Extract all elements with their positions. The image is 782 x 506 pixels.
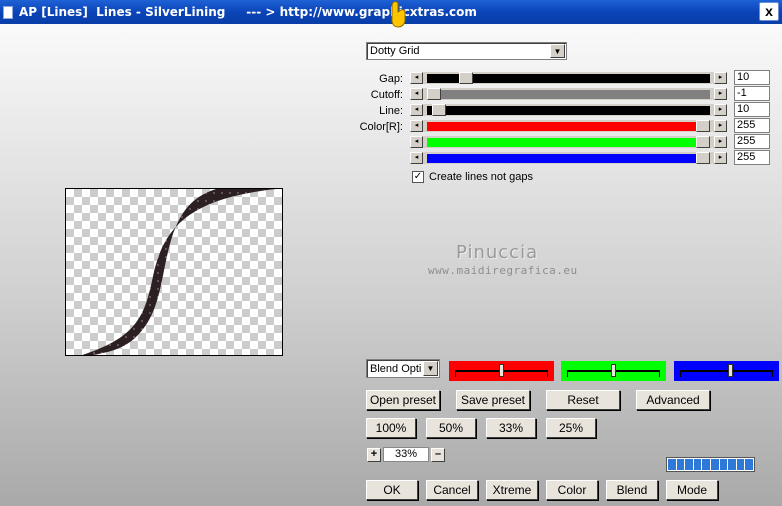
- tick: [455, 372, 456, 377]
- blue-slider[interactable]: ◂ ▸: [410, 152, 727, 164]
- progress-segment: [676, 459, 685, 470]
- cancel-button[interactable]: Cancel: [426, 480, 478, 500]
- green-color-box[interactable]: [561, 361, 666, 381]
- gap-value[interactable]: 10: [734, 70, 770, 85]
- green-track[interactable]: [427, 138, 710, 147]
- mode-button[interactable]: Mode: [666, 480, 718, 500]
- line-thumb[interactable]: [432, 104, 446, 116]
- tick: [567, 372, 568, 377]
- gap-label: Gap:: [379, 73, 403, 85]
- blend-options-select[interactable]: Blend Opti ▼: [366, 359, 440, 378]
- blue-box-track: [680, 370, 773, 372]
- arrow-right-icon[interactable]: ▸: [714, 136, 727, 148]
- arrow-left-icon[interactable]: ◂: [410, 88, 423, 100]
- progress-segment: [668, 459, 676, 470]
- zoom-out-button[interactable]: –: [431, 448, 445, 462]
- close-button[interactable]: x: [759, 2, 779, 21]
- arrow-left-icon[interactable]: ◂: [410, 152, 423, 164]
- zoom-100-button[interactable]: 100%: [366, 418, 416, 438]
- cutoff-label: Cutoff:: [370, 89, 403, 101]
- blue-track[interactable]: [427, 154, 710, 163]
- arrow-right-icon[interactable]: ▸: [714, 152, 727, 164]
- effect-select[interactable]: Dotty Grid ▼: [366, 42, 567, 60]
- zoom-50-button[interactable]: 50%: [426, 418, 476, 438]
- arrow-right-icon[interactable]: ▸: [714, 88, 727, 100]
- line-label: Line:: [379, 105, 403, 117]
- reset-button[interactable]: Reset: [546, 390, 620, 410]
- zoom-in-button[interactable]: +: [367, 448, 381, 462]
- chevron-down-icon: ▼: [423, 361, 438, 376]
- open-preset-button[interactable]: Open preset: [366, 390, 440, 410]
- chevron-down-icon: ▼: [550, 44, 565, 58]
- preview-shape: [82, 189, 276, 355]
- gap-slider[interactable]: ◂ ▸: [410, 72, 727, 84]
- red-value[interactable]: 255: [734, 118, 770, 133]
- ok-button[interactable]: OK: [366, 480, 418, 500]
- green-value[interactable]: 255: [734, 134, 770, 149]
- tick: [680, 372, 681, 377]
- arrow-right-icon[interactable]: ▸: [714, 72, 727, 84]
- advanced-button[interactable]: Advanced: [636, 390, 710, 410]
- progress-segment: [685, 459, 693, 470]
- progress-segment: [702, 459, 710, 470]
- progress-indicator: [666, 457, 755, 472]
- cutoff-value[interactable]: -1: [734, 86, 770, 101]
- zoom-33-button[interactable]: 33%: [486, 418, 536, 438]
- arrow-left-icon[interactable]: ◂: [410, 72, 423, 84]
- progress-segment: [736, 459, 745, 470]
- blue-thumb[interactable]: [696, 152, 710, 164]
- red-slider[interactable]: ◂ ▸: [410, 120, 727, 132]
- progress-segment: [719, 459, 728, 470]
- cutoff-thumb[interactable]: [427, 88, 441, 100]
- red-box-thumb[interactable]: [499, 364, 504, 377]
- preview-canvas[interactable]: [65, 188, 283, 356]
- red-thumb[interactable]: [696, 120, 710, 132]
- color-button[interactable]: Color: [546, 480, 598, 500]
- watermark-name: Pinuccia: [456, 242, 539, 263]
- arrow-left-icon[interactable]: ◂: [410, 120, 423, 132]
- gap-thumb[interactable]: [459, 72, 473, 84]
- create-lines-label: Create lines not gaps: [429, 171, 533, 183]
- arrow-left-icon[interactable]: ◂: [410, 136, 423, 148]
- line-track[interactable]: [427, 106, 710, 115]
- blend-button[interactable]: Blend: [606, 480, 658, 500]
- red-color-box[interactable]: [449, 361, 554, 381]
- progress-segment: [728, 459, 736, 470]
- progress-segment: [693, 459, 702, 470]
- tick: [772, 372, 773, 377]
- blue-color-box[interactable]: [674, 361, 779, 381]
- arrow-left-icon[interactable]: ◂: [410, 104, 423, 116]
- zoom-level-field[interactable]: 33%: [383, 447, 429, 462]
- line-slider[interactable]: ◂ ▸: [410, 104, 727, 116]
- watermark-url: www.maidiregrafica.eu: [428, 264, 578, 277]
- green-thumb[interactable]: [696, 136, 710, 148]
- progress-segment: [745, 459, 753, 470]
- progress-segment: [710, 459, 719, 470]
- green-box-thumb[interactable]: [611, 364, 616, 377]
- blend-select-value: Blend Opti: [370, 362, 422, 375]
- hand-cursor-icon: [391, 1, 406, 28]
- app-icon: [3, 5, 13, 19]
- green-slider[interactable]: ◂ ▸: [410, 136, 727, 148]
- arrow-right-icon[interactable]: ▸: [714, 104, 727, 116]
- blue-value[interactable]: 255: [734, 150, 770, 165]
- cutoff-slider[interactable]: ◂ ▸: [410, 88, 727, 100]
- save-preset-button[interactable]: Save preset: [456, 390, 530, 410]
- cutoff-track[interactable]: [427, 90, 710, 99]
- arrow-right-icon[interactable]: ▸: [714, 120, 727, 132]
- red-track[interactable]: [427, 122, 710, 131]
- tick: [659, 372, 660, 377]
- effect-select-value: Dotty Grid: [370, 45, 420, 57]
- create-lines-checkbox[interactable]: ✓: [412, 171, 424, 183]
- line-value[interactable]: 10: [734, 102, 770, 117]
- zoom-25-button[interactable]: 25%: [546, 418, 596, 438]
- blue-box-thumb[interactable]: [728, 364, 733, 377]
- xtreme-button[interactable]: Xtreme: [486, 480, 538, 500]
- tick: [547, 372, 548, 377]
- color-r-label: Color[R]:: [359, 121, 403, 133]
